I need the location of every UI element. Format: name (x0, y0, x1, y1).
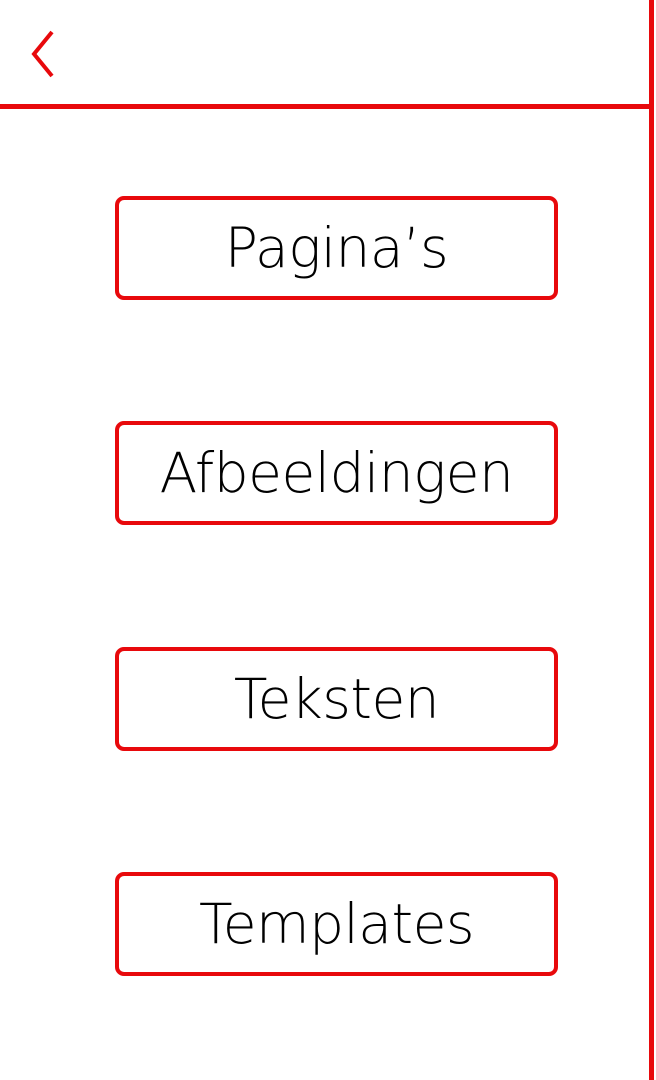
right-border-line (649, 0, 654, 1080)
teksten-button-label: Teksten (233, 666, 440, 731)
templates-button-label: Templates (198, 891, 475, 956)
teksten-button[interactable]: Teksten (115, 647, 558, 751)
chevron-left-icon (31, 30, 54, 78)
afbeeldingen-button-label: Afbeeldingen (159, 440, 514, 505)
paginas-button[interactable]: Pagina’s (115, 196, 558, 300)
templates-button[interactable]: Templates (115, 872, 558, 976)
header-divider (0, 104, 654, 109)
paginas-button-label: Pagina’s (224, 215, 449, 280)
afbeeldingen-button[interactable]: Afbeeldingen (115, 421, 558, 525)
back-button[interactable] (14, 20, 70, 84)
